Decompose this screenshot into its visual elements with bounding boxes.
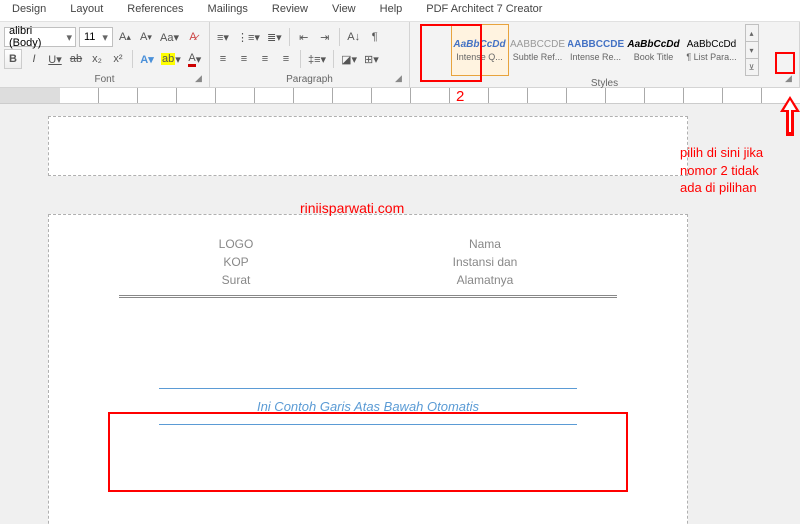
sort-button[interactable]: A↓ <box>345 27 363 47</box>
ribbon: alibri (Body)▾ 11▾ A▴ A▾ Aa▾ A̷ B I U▾ a… <box>0 22 800 88</box>
page-previous-bottom[interactable] <box>48 116 688 176</box>
intense-quote-block[interactable]: Ini Contoh Garis Atas Bawah Otomatis <box>119 388 617 425</box>
italic-button[interactable]: I <box>25 49 43 69</box>
horizontal-ruler[interactable] <box>0 88 800 104</box>
tab-view[interactable]: View <box>320 0 368 21</box>
gallery-up-button[interactable]: ▴ <box>746 25 758 42</box>
highlight-button[interactable]: ab▾ <box>159 49 183 69</box>
line-spacing-button[interactable]: ‡≡▾ <box>306 49 328 69</box>
text-effects-button[interactable]: A▾ <box>138 49 156 69</box>
shading-button[interactable]: ◪▾ <box>339 49 359 69</box>
font-dialog-launcher[interactable]: ◢ <box>195 73 207 85</box>
styles-gallery: AaBbCcDdIntense Q... AABBCCDESubtle Ref.… <box>451 24 741 76</box>
strike-button[interactable]: ab <box>67 49 85 69</box>
annotation-arrow-icon <box>780 96 800 136</box>
align-center-button[interactable]: ≡ <box>235 49 253 69</box>
quote-text[interactable]: Ini Contoh Garis Atas Bawah Otomatis <box>119 395 617 418</box>
clear-format-button[interactable]: A̷ <box>184 27 202 47</box>
style-list-paragraph[interactable]: AaBbCcDd¶ List Para... <box>683 24 741 76</box>
font-group-label: Font <box>4 72 205 87</box>
grow-font-button[interactable]: A▴ <box>116 27 134 47</box>
change-case-button[interactable]: Aa▾ <box>158 27 181 47</box>
shrink-font-button[interactable]: A▾ <box>137 27 155 47</box>
justify-button[interactable]: ≡ <box>277 49 295 69</box>
underline-button[interactable]: U▾ <box>46 49 64 69</box>
tab-references[interactable]: References <box>115 0 195 21</box>
font-color-button[interactable]: A▾ <box>186 49 204 69</box>
quote-bottom-line <box>159 424 577 425</box>
annotation-note: pilih di sini jika nomor 2 tidak ada di … <box>680 144 763 197</box>
show-marks-button[interactable]: ¶ <box>366 27 384 47</box>
gallery-down-button[interactable]: ▾ <box>746 42 758 59</box>
styles-dialog-launcher[interactable]: ◢ <box>785 73 797 85</box>
annotation-number-2: 2 <box>456 88 464 105</box>
align-left-button[interactable]: ≡ <box>214 49 232 69</box>
tab-pdf-architect[interactable]: PDF Architect 7 Creator <box>414 0 554 21</box>
paragraph-dialog-launcher[interactable]: ◢ <box>395 73 407 85</box>
paragraph-group: ≡▾ ⋮≡▾ ≣▾ ⇤ ⇥ A↓ ¶ ≡ ≡ ≡ ≡ ‡≡▾ ◪▾ ⊞▾ <box>210 22 410 87</box>
decrease-indent-button[interactable]: ⇤ <box>295 27 313 47</box>
borders-button[interactable]: ⊞▾ <box>362 49 381 69</box>
style-intense-reference[interactable]: AABBCCDEIntense Re... <box>567 24 625 76</box>
superscript-button[interactable]: x² <box>109 49 127 69</box>
tab-mailings[interactable]: Mailings <box>196 0 260 21</box>
increase-indent-button[interactable]: ⇥ <box>316 27 334 47</box>
font-name-combo[interactable]: alibri (Body)▾ <box>4 27 76 47</box>
style-book-title[interactable]: AaBbCcDdBook Title <box>625 24 683 76</box>
align-right-button[interactable]: ≡ <box>256 49 274 69</box>
font-group: alibri (Body)▾ 11▾ A▴ A▾ Aa▾ A̷ B I U▾ a… <box>0 22 210 87</box>
bold-button[interactable]: B <box>4 49 22 69</box>
styles-group: AaBbCcDdIntense Q... AABBCCDESubtle Ref.… <box>410 22 800 87</box>
letterhead: LOGO KOP Surat Nama Instansi dan Alamatn… <box>119 235 617 289</box>
gallery-more-button[interactable]: ⊻ <box>746 59 758 75</box>
page-current[interactable]: LOGO KOP Surat Nama Instansi dan Alamatn… <box>48 214 688 524</box>
letterhead-rule <box>119 295 617 298</box>
style-intense-quote[interactable]: AaBbCcDdIntense Q... <box>451 24 509 76</box>
letterhead-right: Nama Instansi dan Alamatnya <box>453 235 518 289</box>
font-size-combo[interactable]: 11▾ <box>79 27 113 47</box>
subscript-button[interactable]: x₂ <box>88 49 106 69</box>
bullets-button[interactable]: ≡▾ <box>214 27 232 47</box>
multilevel-button[interactable]: ≣▾ <box>265 27 284 47</box>
style-subtle-reference[interactable]: AABBCCDESubtle Ref... <box>509 24 567 76</box>
styles-gallery-scroll: ▴ ▾ ⊻ <box>745 24 759 76</box>
ribbon-tabs: Design Layout References Mailings Review… <box>0 0 800 22</box>
tab-help[interactable]: Help <box>368 0 415 21</box>
tab-layout[interactable]: Layout <box>58 0 115 21</box>
annotation-watermark: riniisparwati.com <box>300 200 404 216</box>
quote-top-line <box>159 388 577 389</box>
letterhead-left: LOGO KOP Surat <box>219 235 254 289</box>
paragraph-group-label: Paragraph <box>214 72 405 87</box>
tab-design[interactable]: Design <box>0 0 58 21</box>
tab-review[interactable]: Review <box>260 0 320 21</box>
numbering-button[interactable]: ⋮≡▾ <box>235 27 262 47</box>
